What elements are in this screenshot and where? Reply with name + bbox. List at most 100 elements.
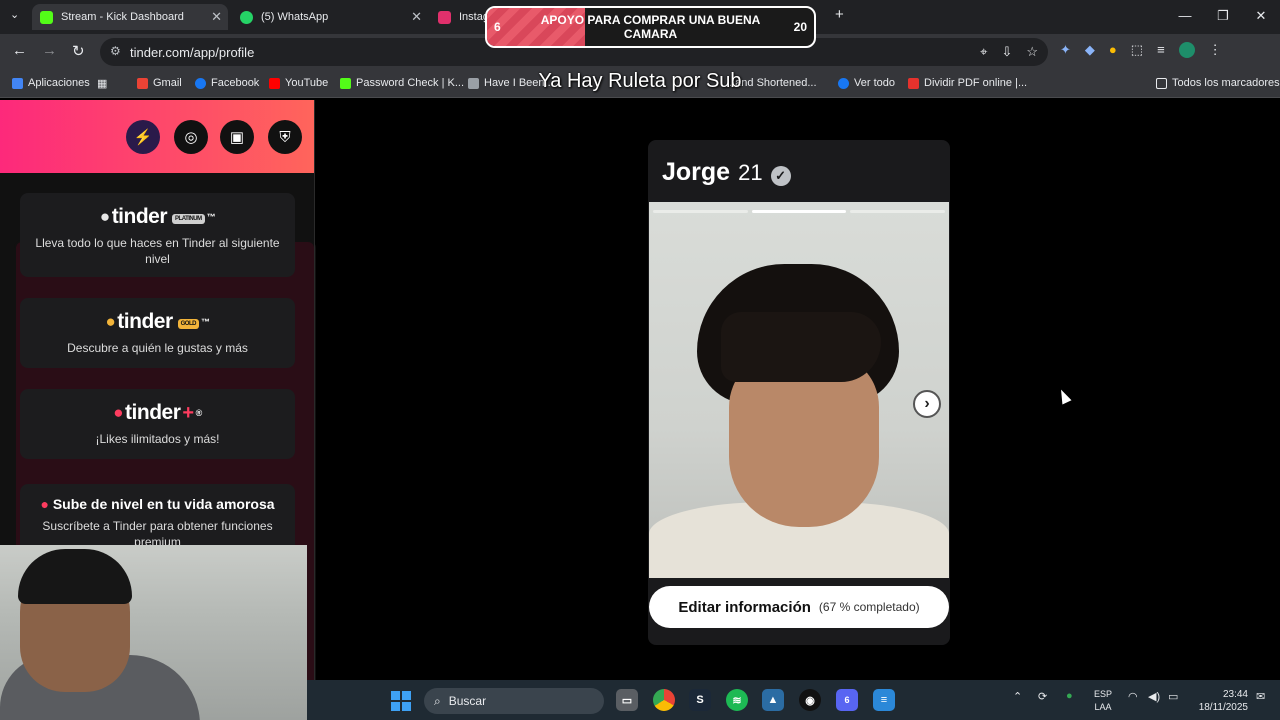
bookmark-ver-todo[interactable]: Ver todo (838, 77, 895, 89)
facebook-icon (838, 77, 849, 89)
edit-info-button[interactable]: Editar información (67 % completado) (649, 586, 949, 628)
omnibox-actions: ⌖ ⇩ ☆ (980, 44, 1038, 60)
tab-search-icon[interactable]: ⌄ (10, 8, 19, 21)
spotify-icon[interactable]: ≋ (726, 689, 748, 711)
bookmark-label: Dividir PDF online |... (924, 77, 1028, 89)
menu-icon[interactable]: ⋮ (1209, 42, 1222, 58)
bookmark-grid[interactable]: ▦ (97, 77, 107, 90)
close-tab-icon[interactable]: ✕ (211, 9, 222, 25)
plan-card-platinum[interactable]: ● tinder PLATINUM ™ Lleva todo lo que ha… (20, 193, 295, 277)
forward-icon[interactable]: → (42, 42, 57, 59)
upsell-title: ● Sube de nivel en tu vida amorosa (20, 496, 295, 512)
bolt-icon: ⚡ (133, 129, 153, 146)
webcam-person-hair (18, 549, 132, 604)
taskbar-search[interactable]: ⌕ Buscar (424, 688, 604, 714)
close-window-icon[interactable]: ✕ (1242, 0, 1280, 34)
bookmark-label: Password Check | K... (356, 77, 465, 89)
work-button[interactable]: ▣ (220, 120, 254, 154)
chrome-icon[interactable] (653, 689, 675, 711)
grid-icon: ▦ (97, 78, 108, 90)
profile-name: Jorge (662, 158, 731, 186)
tab-kick-dashboard[interactable]: Stream - Kick Dashboard ✕ (32, 4, 228, 30)
screen: ⌄ Stream - Kick Dashboard ✕ (5) WhatsApp… (0, 0, 1280, 720)
bookmark-facebook[interactable]: Facebook (195, 77, 259, 89)
clock-date: 18/11/2025 (1198, 702, 1248, 713)
photo-fringe (721, 312, 881, 382)
tab-label: (5) WhatsApp (261, 11, 329, 23)
sync-icon[interactable]: ⟳ (1038, 690, 1047, 703)
brand-name: tinder (117, 310, 173, 333)
brand-name: tinder (111, 205, 168, 228)
bookmark-password-check[interactable]: Password Check | K... (340, 77, 464, 89)
flame-icon: ● (40, 496, 49, 512)
trademark: ™ (200, 317, 210, 327)
location-icon[interactable]: ⌖ (980, 44, 987, 60)
app-icon[interactable]: ◉ (799, 689, 821, 711)
explore-button[interactable]: ◎ (174, 120, 208, 154)
windows-start-icon[interactable] (391, 691, 411, 711)
goal-target: 20 (793, 20, 807, 34)
tab-whatsapp[interactable]: (5) WhatsApp ✕ (232, 4, 428, 30)
site-info-icon[interactable]: ⚙ (110, 44, 121, 58)
media-control-icon[interactable]: ≡ (1157, 42, 1165, 58)
profile-photo[interactable]: › (649, 202, 949, 578)
new-tab-button[interactable]: + (835, 6, 844, 23)
extension-icon[interactable]: ◆ (1085, 42, 1095, 58)
bookmark-dividir-pdf[interactable]: Dividir PDF online |... (908, 77, 1027, 89)
plan-description: ¡Likes ilimitados y más! (95, 432, 220, 446)
notepad-icon[interactable]: ≡ (873, 689, 895, 711)
plan-card-plus[interactable]: ● tinder + ® ¡Likes ilimitados y más! (20, 389, 295, 459)
extensions-puzzle-icon[interactable]: ⬚ (1131, 42, 1143, 58)
extension-icon[interactable]: ✦ (1060, 42, 1071, 58)
bookmark-label: YouTube (285, 77, 329, 89)
tinder-plus-logo: ● tinder + ® (20, 401, 295, 425)
photo-segment[interactable] (850, 210, 945, 213)
photos-icon[interactable]: ▲ (762, 689, 784, 711)
install-app-icon[interactable]: ⇩ (1001, 44, 1012, 60)
url-text: tinder.com/app/profile (130, 44, 255, 60)
kick-icon (40, 10, 53, 24)
system-clock[interactable]: 23:44 18/11/2025 (1192, 688, 1248, 714)
profile-age: 21 (738, 160, 763, 185)
next-photo-button[interactable]: › (913, 390, 941, 418)
wifi-icon[interactable]: ◠ (1128, 690, 1138, 703)
profile-completion: (67 % completado) (818, 600, 920, 614)
tray-overflow-icon[interactable]: ⌃ (1013, 690, 1022, 703)
photo-segment[interactable] (751, 210, 847, 213)
close-tab-icon[interactable]: ✕ (411, 9, 422, 25)
plan-card-gold[interactable]: ● tinder GOLD ™ Descubre a quién le gust… (20, 298, 295, 368)
bookmark-star-icon[interactable]: ☆ (1026, 44, 1038, 60)
flame-icon: ● (105, 312, 116, 331)
plan-badge: PLATINUM (172, 214, 205, 224)
tab-instagram[interactable]: Instag (430, 4, 490, 30)
all-bookmarks[interactable]: Todos los marcadores (1156, 77, 1280, 89)
profile-card: Jorge 21 ✓ › Editar información (67 % co… (648, 140, 950, 645)
file-explorer-icon[interactable]: ▭ (616, 689, 638, 711)
trademark: ™ (206, 212, 216, 222)
extension-icon[interactable]: ● (1109, 42, 1117, 58)
steam-icon[interactable]: S (689, 689, 711, 711)
stream-goal-bar: 6 APOYO PARA COMPRAR UNA BUENA CAMARA 20 (485, 6, 816, 48)
notifications-icon[interactable]: ✉ (1256, 690, 1265, 703)
safety-button[interactable]: ⛨ (268, 120, 302, 154)
battery-icon[interactable]: ▭ (1168, 690, 1178, 703)
avatar[interactable] (1178, 42, 1195, 58)
boost-button[interactable]: ⚡ (126, 120, 160, 154)
restore-icon[interactable]: ❐ (1204, 0, 1242, 34)
microphone-icon[interactable]: ● (1066, 690, 1073, 702)
bookmark-youtube[interactable]: YouTube (269, 77, 328, 89)
bookmark-gmail[interactable]: Gmail (137, 77, 182, 89)
bookmark-apps[interactable]: Aplicaciones (12, 77, 90, 89)
clock-time: 23:44 (1222, 689, 1248, 700)
photo-segment[interactable] (653, 210, 748, 213)
keyboard-language[interactable]: ESP LAA (1094, 688, 1112, 714)
bookmark-label: Gmail (153, 77, 182, 89)
reload-icon[interactable]: ↻ (72, 42, 85, 60)
tab-label: Stream - Kick Dashboard (61, 11, 184, 23)
volume-icon[interactable]: ◀) (1148, 690, 1160, 703)
back-icon[interactable]: ← (12, 42, 27, 59)
edit-info-label: Editar información (678, 598, 811, 616)
discord-icon[interactable]: 6 (836, 689, 858, 711)
brand-name: tinder (125, 401, 181, 424)
minimize-icon[interactable]: — (1166, 0, 1204, 34)
